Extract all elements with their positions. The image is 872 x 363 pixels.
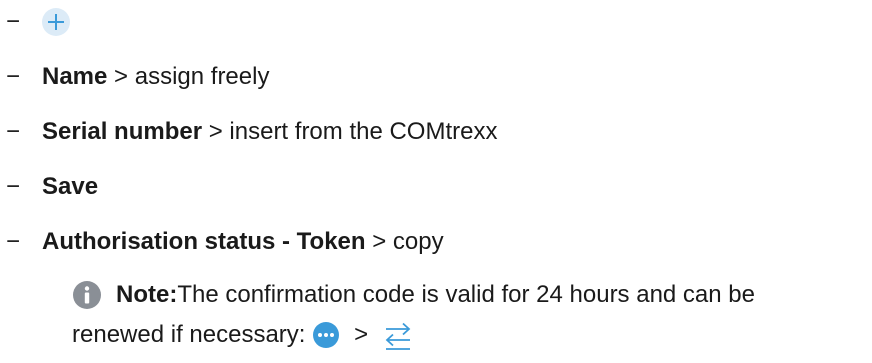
serial-field-label: Serial number (42, 118, 203, 145)
step-add: − (0, 2, 70, 42)
step-save: − Save (0, 167, 98, 207)
note-box: Note: The confirmation code is valid for… (72, 275, 862, 355)
step-auth: − Authorisation status - Token > copy (0, 222, 444, 262)
note-text-continued: renewed if necessary: (72, 321, 306, 348)
serial-instruction: > insert from the COMtrexx (202, 118, 498, 145)
name-instruction: > assign freely (107, 63, 270, 90)
swap-arrows-icon[interactable] (383, 320, 413, 350)
auth-instruction: > copy (365, 228, 444, 255)
list-dash: − (6, 118, 21, 145)
step-name: − Name > assign freely (0, 57, 269, 97)
note-separator: > (347, 321, 375, 348)
note-label: Note: (116, 281, 178, 308)
save-label: Save (42, 173, 99, 200)
list-dash: − (6, 63, 21, 90)
list-dash: − (6, 8, 21, 35)
list-dash: − (6, 173, 21, 200)
auth-status-label: Authorisation status - Token (42, 228, 366, 255)
plus-circle-icon[interactable] (42, 8, 70, 36)
step-serial: − Serial number > insert from the COMtre… (0, 112, 497, 152)
info-icon (72, 280, 102, 310)
name-field-label: Name (42, 63, 108, 90)
note-text: The confirmation code is valid for 24 ho… (177, 281, 755, 308)
list-dash: − (6, 228, 21, 255)
more-dots-icon[interactable] (311, 320, 341, 350)
